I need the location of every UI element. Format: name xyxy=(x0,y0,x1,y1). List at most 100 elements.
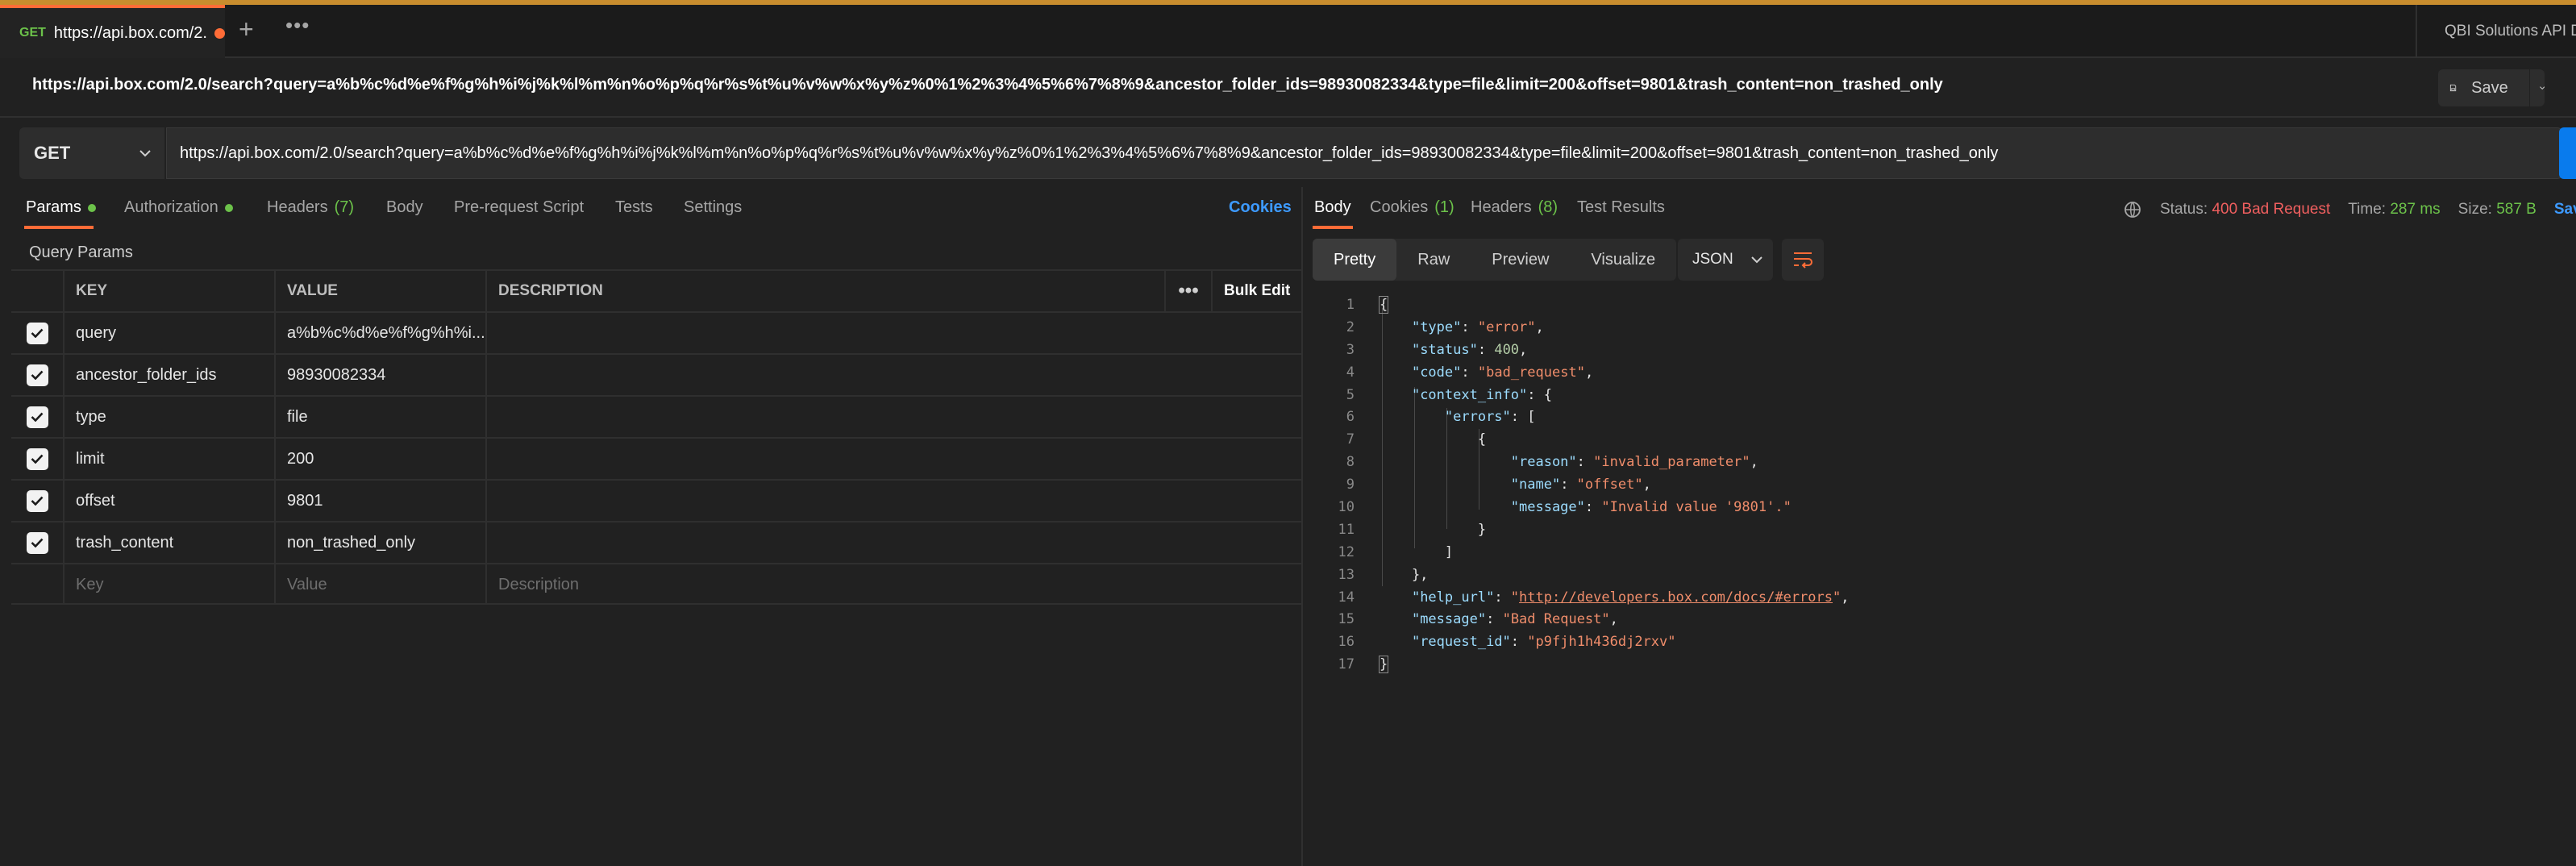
help-url-link[interactable]: http://developers.box.com/docs/#errors xyxy=(1519,589,1833,606)
chevron-down-icon[interactable] xyxy=(2539,84,2545,92)
save-button[interactable]: Save xyxy=(2438,69,2545,106)
code-line: 11 } xyxy=(1314,518,2572,541)
response-status-bar: Status: 400 Bad Request Time: 287 ms Siz… xyxy=(2123,200,2576,219)
tab-authorization[interactable]: Authorization xyxy=(124,198,233,217)
check-icon xyxy=(31,496,44,506)
response-body[interactable]: 1{ 2 "type": "error", 3 "status": 400, 4… xyxy=(1314,294,2572,676)
request-title[interactable]: https://api.box.com/2.0/search?query=a%b… xyxy=(32,76,1943,94)
save-icon xyxy=(2449,84,2457,92)
send-button[interactable] xyxy=(2559,127,2576,179)
query-params-heading: Query Params xyxy=(29,244,133,261)
checkbox-cell xyxy=(11,439,65,479)
param-key[interactable]: query xyxy=(65,313,276,353)
tab-headers[interactable]: Headers (7) xyxy=(267,198,354,217)
more-options-button[interactable]: ••• xyxy=(1166,271,1213,311)
tab-options-button[interactable]: ••• xyxy=(285,13,310,38)
code-line: 2 "type": "error", xyxy=(1314,316,2572,339)
code-text: } xyxy=(1379,521,1487,538)
tab-body[interactable]: Body xyxy=(386,198,423,217)
new-tab-button[interactable]: + xyxy=(239,15,254,44)
environment-selector[interactable]: QBI Solutions API DE xyxy=(2416,5,2576,58)
line-number: 12 xyxy=(1338,543,1355,560)
status-dot-icon xyxy=(87,203,96,212)
param-key[interactable]: limit xyxy=(65,439,276,479)
tab-headers-label: Headers xyxy=(267,198,328,216)
tab-tests[interactable]: Tests xyxy=(615,198,653,217)
code-line: 6 "errors": [ xyxy=(1314,406,2572,428)
param-description[interactable] xyxy=(487,523,1301,563)
save-response-button[interactable]: Save xyxy=(2554,201,2576,219)
param-description[interactable] xyxy=(487,439,1301,479)
tab-params-label: Params xyxy=(26,198,81,216)
request-tab[interactable]: GET https://api.box.com/2.0 xyxy=(0,5,225,58)
language-label: JSON xyxy=(1692,251,1733,268)
code-text: } xyxy=(1379,656,1389,674)
new-key-input[interactable]: Key xyxy=(65,564,276,605)
checkbox[interactable] xyxy=(26,406,48,428)
code-text: "message": "Invalid value '9801'." xyxy=(1510,498,1792,515)
param-key[interactable]: trash_content xyxy=(65,523,276,563)
param-value[interactable]: non_trashed_only xyxy=(276,523,487,563)
view-mode-visualize[interactable]: Visualize xyxy=(1570,239,1676,281)
table-row: ancestor_folder_ids 98930082334 xyxy=(11,353,1301,395)
param-value[interactable]: 200 xyxy=(276,439,487,479)
check-icon xyxy=(31,454,44,464)
response-tab-body[interactable]: Body xyxy=(1314,198,1351,217)
param-value[interactable]: file xyxy=(276,397,487,437)
tab-settings[interactable]: Settings xyxy=(684,198,742,217)
line-number: 9 xyxy=(1346,477,1355,493)
param-description[interactable] xyxy=(487,397,1301,437)
status-label: Status: xyxy=(2160,201,2208,218)
checkbox-cell xyxy=(11,481,65,521)
param-value[interactable]: 98930082334 xyxy=(276,355,487,395)
status-info[interactable]: Status: 400 Bad Request xyxy=(2160,201,2330,219)
param-key[interactable]: type xyxy=(65,397,276,437)
bulk-edit-button[interactable]: Bulk Edit xyxy=(1213,271,1301,311)
url-input[interactable]: https://api.box.com/2.0/search?query=a%b… xyxy=(166,127,2562,179)
view-mode-pretty[interactable]: Pretty xyxy=(1313,239,1397,281)
checkbox[interactable] xyxy=(26,364,48,386)
response-tab-test-results[interactable]: Test Results xyxy=(1577,198,1665,217)
tab-params[interactable]: Params xyxy=(26,198,96,217)
time-info[interactable]: Time: 287 ms xyxy=(2348,201,2440,219)
checkbox-cell xyxy=(11,313,65,353)
chevron-down-icon xyxy=(1750,256,1762,264)
code-line: 17} xyxy=(1314,653,2572,676)
pane-divider[interactable] xyxy=(1301,187,1303,866)
checkbox[interactable] xyxy=(26,448,48,470)
unsaved-dot-icon xyxy=(214,27,225,39)
view-mode-preview[interactable]: Preview xyxy=(1471,239,1570,281)
chevron-down-icon xyxy=(139,150,151,157)
checkbox-cell xyxy=(11,355,65,395)
param-key[interactable]: ancestor_folder_ids xyxy=(65,355,276,395)
line-number: 8 xyxy=(1346,454,1355,471)
wrap-lines-button[interactable] xyxy=(1782,239,1824,281)
checkbox[interactable] xyxy=(26,531,48,554)
code-text: { xyxy=(1379,431,1487,448)
response-headers-count: (8) xyxy=(1538,198,1559,216)
checkbox[interactable] xyxy=(26,489,48,512)
method-label: GET xyxy=(34,143,71,163)
response-tab-cookies[interactable]: Cookies (1) xyxy=(1370,198,1454,217)
tab-prerequest-script[interactable]: Pre-request Script xyxy=(454,198,584,217)
param-value[interactable]: a%b%c%d%e%f%g%h%i... xyxy=(276,313,487,353)
param-value[interactable]: 9801 xyxy=(276,481,487,521)
param-description[interactable] xyxy=(487,313,1301,353)
language-select[interactable]: JSON xyxy=(1678,239,1773,281)
checkbox[interactable] xyxy=(26,322,48,344)
tab-authorization-label: Authorization xyxy=(124,198,218,216)
new-description-input[interactable]: Description xyxy=(487,564,1301,605)
response-tab-headers[interactable]: Headers (8) xyxy=(1471,198,1558,217)
new-value-input[interactable]: Value xyxy=(276,564,487,605)
method-select[interactable]: GET xyxy=(19,127,164,179)
col-description: DESCRIPTION xyxy=(487,271,1166,311)
param-description[interactable] xyxy=(487,355,1301,395)
param-key[interactable]: offset xyxy=(65,481,276,521)
line-number: 3 xyxy=(1346,341,1355,358)
size-info[interactable]: Size: 587 B xyxy=(2458,201,2536,219)
cookies-link[interactable]: Cookies xyxy=(1229,198,1292,217)
view-mode-raw[interactable]: Raw xyxy=(1396,239,1471,281)
param-description[interactable] xyxy=(487,481,1301,521)
save-divider xyxy=(2528,69,2530,106)
globe-icon[interactable] xyxy=(2123,200,2142,219)
